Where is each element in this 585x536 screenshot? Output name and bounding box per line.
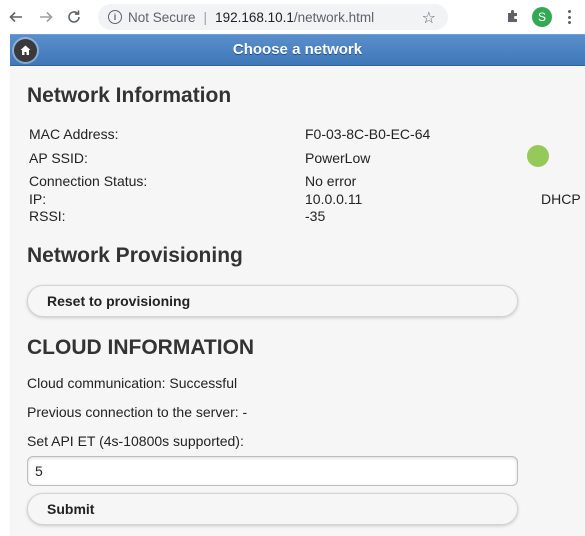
rssi-label: RSSI: — [29, 208, 66, 224]
cloud-info-heading: CLOUD INFORMATION — [27, 336, 255, 359]
back-arrow-icon[interactable] — [6, 7, 26, 27]
dhcp-label: DHCP — [541, 191, 581, 207]
content-panel: Network Information MAC Address: F0-03-8… — [10, 66, 585, 536]
ssid-value: PowerLow — [305, 150, 371, 166]
connection-status-indicator — [527, 145, 549, 167]
reload-icon[interactable] — [64, 7, 84, 27]
forward-arrow-icon[interactable] — [36, 7, 56, 27]
ip-label: IP: — [29, 191, 47, 207]
rssi-value: -35 — [305, 208, 326, 224]
home-icon[interactable] — [14, 39, 37, 62]
browser-toolbar: i Not Secure | 192.168.10.1/network.html… — [0, 0, 585, 34]
star-icon[interactable]: ☆ — [422, 8, 436, 28]
ip-value: 10.0.0.11 — [305, 191, 363, 207]
page-title: Choose a network — [232, 41, 363, 58]
provisioning-heading: Network Provisioning — [27, 244, 243, 267]
network-info-heading: Network Information — [27, 84, 232, 107]
address-bar[interactable]: i Not Secure | 192.168.10.1/network.html… — [98, 4, 448, 30]
previous-connection-info: Previous connection to the server: - — [27, 404, 248, 420]
profile-avatar[interactable]: S — [532, 7, 552, 27]
url-separator: | — [203, 9, 208, 25]
connection-status-label: Connection Status: — [29, 173, 148, 189]
submit-button[interactable]: Submit — [27, 493, 518, 525]
api-et-label: Set API ET (4s-10800s supported): — [27, 433, 244, 449]
kebab-menu-icon[interactable] — [563, 8, 575, 26]
url-host: 192.168.10.1 — [215, 9, 294, 25]
cloud-communication-status: Cloud communication: Successful — [27, 375, 238, 391]
mac-value: F0-03-8C-B0-EC-64 — [305, 126, 431, 142]
connection-status-value: No error — [305, 173, 357, 189]
api-et-input[interactable] — [27, 456, 518, 486]
app-header: Choose a network — [10, 34, 585, 66]
info-icon[interactable]: i — [108, 10, 122, 24]
mac-label: MAC Address: — [29, 126, 119, 142]
ssid-label: AP SSID: — [29, 150, 88, 166]
security-label: Not Secure — [128, 9, 196, 25]
url-path: /network.html — [293, 9, 375, 25]
puzzle-icon[interactable] — [505, 8, 521, 24]
reset-provisioning-button[interactable]: Reset to provisioning — [27, 285, 518, 317]
